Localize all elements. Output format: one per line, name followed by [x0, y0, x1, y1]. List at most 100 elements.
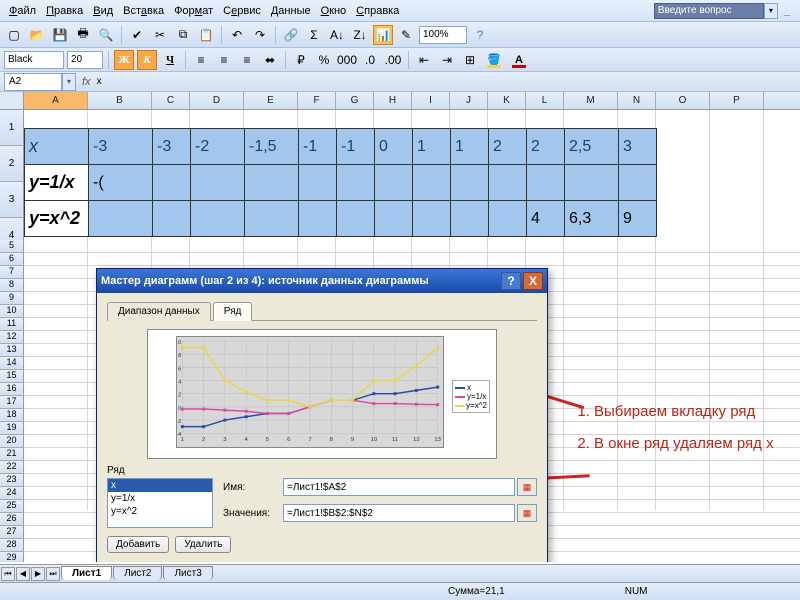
- col-header-P[interactable]: P: [710, 92, 764, 109]
- help-icon[interactable]: ?: [470, 25, 490, 45]
- cell-r2-c10[interactable]: 4: [527, 201, 565, 237]
- cell-r2-c12[interactable]: 9: [619, 201, 657, 237]
- tab-nav-next-icon[interactable]: ▶: [31, 567, 45, 581]
- col-header-G[interactable]: G: [336, 92, 374, 109]
- cell-r1-c1[interactable]: [153, 165, 191, 201]
- series-item-1[interactable]: y=1/x: [108, 492, 212, 505]
- row-label-0[interactable]: x: [25, 129, 89, 165]
- cell-r1-c3[interactable]: [245, 165, 299, 201]
- row-header-10[interactable]: 10: [0, 305, 24, 318]
- formula-value[interactable]: x: [97, 76, 102, 87]
- cell-r0-c0[interactable]: -3: [89, 129, 153, 165]
- col-header-B[interactable]: B: [88, 92, 152, 109]
- drawing-icon[interactable]: ✎: [396, 25, 416, 45]
- cell-r2-c5[interactable]: [337, 201, 375, 237]
- cell-r0-c5[interactable]: -1: [337, 129, 375, 165]
- open-icon[interactable]: 📂: [27, 25, 47, 45]
- row-header-27[interactable]: 27: [0, 526, 24, 539]
- row-header-16[interactable]: 16: [0, 383, 24, 396]
- fx-icon[interactable]: fx: [82, 76, 91, 88]
- col-header-F[interactable]: F: [298, 92, 336, 109]
- decrease-dec-icon[interactable]: .0: [360, 50, 380, 70]
- row-header-8[interactable]: 8: [0, 279, 24, 292]
- select-all-corner[interactable]: [0, 92, 24, 109]
- preview-icon[interactable]: 🔍: [96, 25, 116, 45]
- size-selector[interactable]: 20: [67, 51, 103, 69]
- help-search-input[interactable]: [654, 3, 764, 19]
- cell-r1-c4[interactable]: [299, 165, 337, 201]
- indent-inc-icon[interactable]: ⇥: [437, 50, 457, 70]
- cell-r1-c2[interactable]: [191, 165, 245, 201]
- copy-icon[interactable]: ⧉: [173, 25, 193, 45]
- cell-r2-c7[interactable]: [413, 201, 451, 237]
- cell-r2-c0[interactable]: [89, 201, 153, 237]
- col-header-N[interactable]: N: [618, 92, 656, 109]
- tab-nav-first-icon[interactable]: ⏮: [1, 567, 15, 581]
- paste-icon[interactable]: 📋: [196, 25, 216, 45]
- cell-r2-c4[interactable]: [299, 201, 337, 237]
- delete-series-button[interactable]: Удалить: [175, 536, 231, 553]
- row-header-25[interactable]: 25: [0, 500, 24, 513]
- currency-icon[interactable]: ₽: [291, 50, 311, 70]
- indent-dec-icon[interactable]: ⇤: [414, 50, 434, 70]
- menu-help[interactable]: Справка: [351, 3, 404, 19]
- tab-nav-last-icon[interactable]: ⏭: [46, 567, 60, 581]
- italic-button[interactable]: К: [137, 50, 157, 70]
- values-ref-button[interactable]: ▦: [517, 504, 537, 522]
- dialog-help-button[interactable]: ?: [501, 272, 521, 290]
- cell-r0-c3[interactable]: -1,5: [245, 129, 299, 165]
- row-header-6[interactable]: 6: [0, 253, 24, 266]
- col-header-D[interactable]: D: [190, 92, 244, 109]
- cell-r1-c11[interactable]: [565, 165, 619, 201]
- sheet-tab-1[interactable]: Лист1: [61, 566, 112, 580]
- cell-r2-c11[interactable]: 6,3: [565, 201, 619, 237]
- row-header-5[interactable]: 5: [0, 240, 24, 253]
- row-header-13[interactable]: 13: [0, 344, 24, 357]
- cell-r2-c3[interactable]: [245, 201, 299, 237]
- col-header-O[interactable]: O: [656, 92, 710, 109]
- row-header-1[interactable]: 1: [0, 110, 24, 146]
- data-table[interactable]: x-3-3-2-1,5-1-1011222,53y=1/x-(y=x^246,3…: [24, 128, 657, 237]
- cell-r0-c10[interactable]: 2: [527, 129, 565, 165]
- chart-icon[interactable]: 📊: [373, 25, 393, 45]
- underline-button[interactable]: Ч: [160, 50, 180, 70]
- menu-insert[interactable]: Вставка: [118, 3, 169, 19]
- cut-icon[interactable]: ✂: [150, 25, 170, 45]
- fill-color-button[interactable]: 🪣: [483, 51, 505, 69]
- cell-r1-c5[interactable]: [337, 165, 375, 201]
- col-header-M[interactable]: M: [564, 92, 618, 109]
- col-header-A[interactable]: A: [24, 92, 88, 109]
- tab-nav-prev-icon[interactable]: ◀: [16, 567, 30, 581]
- row-header-21[interactable]: 21: [0, 448, 24, 461]
- menu-file[interactable]: Файл: [4, 3, 41, 19]
- cell-r2-c2[interactable]: [191, 201, 245, 237]
- row-header-26[interactable]: 26: [0, 513, 24, 526]
- link-icon[interactable]: 🔗: [281, 25, 301, 45]
- align-left-icon[interactable]: ≡: [191, 50, 211, 70]
- series-item-0[interactable]: x: [108, 479, 212, 492]
- cell-r2-c1[interactable]: [153, 201, 191, 237]
- cell-r1-c12[interactable]: [619, 165, 657, 201]
- sum-icon[interactable]: Σ: [304, 25, 324, 45]
- cell-r0-c11[interactable]: 2,5: [565, 129, 619, 165]
- name-field-input[interactable]: [283, 478, 515, 496]
- undo-icon[interactable]: ↶: [227, 25, 247, 45]
- row-header-23[interactable]: 23: [0, 474, 24, 487]
- cell-r2-c6[interactable]: [375, 201, 413, 237]
- row-header-17[interactable]: 17: [0, 396, 24, 409]
- borders-icon[interactable]: ⊞: [460, 50, 480, 70]
- row-header-29[interactable]: 29: [0, 552, 24, 562]
- values-field-input[interactable]: [283, 504, 515, 522]
- align-center-icon[interactable]: ≡: [214, 50, 234, 70]
- new-icon[interactable]: ▢: [4, 25, 24, 45]
- increase-dec-icon[interactable]: .00: [383, 50, 403, 70]
- sort-asc-icon[interactable]: A↓: [327, 25, 347, 45]
- cell-r0-c7[interactable]: 1: [413, 129, 451, 165]
- add-series-button[interactable]: Добавить: [107, 536, 169, 553]
- col-header-H[interactable]: H: [374, 92, 412, 109]
- col-header-I[interactable]: I: [412, 92, 450, 109]
- print-icon[interactable]: 🖶: [73, 25, 93, 45]
- col-header-C[interactable]: C: [152, 92, 190, 109]
- font-color-button[interactable]: A: [508, 51, 530, 69]
- row-header-15[interactable]: 15: [0, 370, 24, 383]
